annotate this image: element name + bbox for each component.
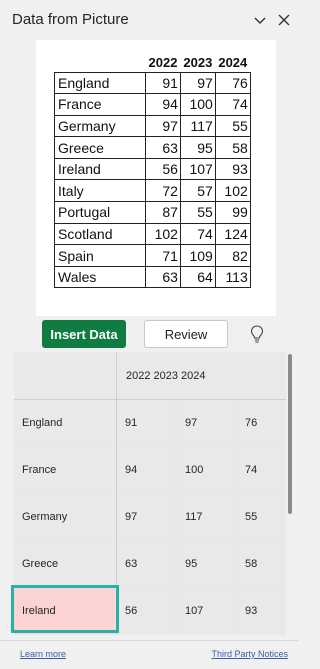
insert-data-button[interactable]: Insert Data: [42, 320, 126, 348]
grid-cell[interactable]: 117: [177, 494, 234, 540]
lightbulb-icon[interactable]: [248, 324, 266, 344]
picture-row: Italy 72 57 102: [54, 179, 251, 203]
grid-row-france-label[interactable]: France: [14, 447, 115, 493]
grid-row-england-label[interactable]: England: [14, 400, 115, 446]
picture-value: 55: [179, 201, 216, 224]
picture-country: England: [54, 71, 146, 95]
picture-value: 63: [145, 136, 181, 159]
picture-country: France: [54, 93, 146, 116]
picture-row: France 94 100 74: [54, 93, 251, 116]
picture-header-blank: [55, 54, 146, 72]
picture-country: Italy: [54, 179, 146, 203]
picture-country: Greece: [54, 136, 146, 159]
picture-value: 57: [179, 179, 216, 203]
picture-value: 124: [214, 222, 251, 246]
picture-value: 72: [145, 179, 181, 203]
review-button[interactable]: Review: [144, 320, 228, 348]
grid-cell[interactable]: 100: [177, 447, 234, 493]
picture-value: 99: [214, 201, 251, 224]
captured-picture: 2022 2023 2024 England 91 97 76 France 9…: [36, 40, 276, 316]
picture-value: 63: [145, 265, 181, 289]
picture-value: 74: [214, 93, 251, 116]
pane-title: Data from Picture: [12, 11, 129, 28]
selected-cell-outline: [11, 585, 119, 633]
picture-row: Portugal 87 55 99: [54, 201, 251, 224]
picture-row: Germany 97 117 55: [54, 114, 251, 138]
picture-value: 82: [214, 244, 251, 267]
grid-scrollbar[interactable]: [288, 354, 292, 514]
grid-cell[interactable]: 94: [117, 447, 174, 493]
picture-value: 55: [214, 114, 251, 138]
picture-value: 97: [179, 71, 216, 95]
grid-cell[interactable]: 93: [237, 588, 286, 634]
picture-row: England 91 97 76: [54, 71, 251, 95]
picture-header-2024: 2024: [218, 55, 248, 71]
picture-country: Spain: [54, 244, 146, 267]
picture-row: Spain 71 109 82: [54, 244, 251, 267]
picture-value: 64: [179, 265, 216, 289]
grid-row-greece-label[interactable]: Greece: [14, 541, 115, 587]
third-party-notices-link[interactable]: Third Party Notices: [211, 649, 288, 659]
picture-value: 94: [145, 93, 181, 116]
grid-cell[interactable]: 95: [177, 541, 234, 587]
picture-value: 74: [179, 222, 216, 246]
grid-cell[interactable]: 107: [177, 588, 234, 634]
picture-value: 87: [145, 201, 181, 224]
grid-cell[interactable]: 76: [237, 400, 286, 446]
grid-cell[interactable]: 74: [237, 447, 286, 493]
picture-value: 102: [145, 222, 181, 246]
picture-value: 102: [214, 179, 251, 203]
chevron-down-icon[interactable]: [250, 10, 270, 30]
picture-value: 117: [179, 114, 216, 138]
picture-value: 93: [214, 157, 251, 181]
picture-value: 58: [214, 136, 251, 159]
picture-value: 100: [179, 93, 216, 116]
grid-row-germany-label[interactable]: Germany: [14, 494, 115, 540]
picture-header-2022: 2022: [148, 55, 178, 71]
picture-value: 76: [214, 71, 251, 95]
grid-cell[interactable]: 97: [177, 400, 234, 446]
grid-cell[interactable]: 56: [117, 588, 174, 634]
picture-country: Germany: [54, 114, 146, 138]
grid-header-text: 2022 2023 2024: [126, 370, 206, 382]
picture-table: 2022 2023 2024 England 91 97 76 France 9…: [54, 54, 251, 289]
grid-cell[interactable]: 63: [117, 541, 174, 587]
picture-value: 95: [179, 136, 216, 159]
picture-header-row: 2022 2023 2024: [55, 54, 251, 72]
picture-row: Scotland 102 74 124: [54, 222, 251, 246]
picture-value: 91: [145, 71, 181, 95]
picture-country: Wales: [54, 265, 146, 289]
picture-row: Wales 63 64 113: [54, 265, 251, 289]
grid-cell[interactable]: 91: [117, 400, 174, 446]
task-pane-header: Data from Picture: [0, 0, 298, 40]
picture-value: 71: [145, 244, 181, 267]
grid-cell[interactable]: 55: [237, 494, 286, 540]
picture-row: Greece 63 95 58: [54, 136, 251, 159]
picture-value: 113: [214, 265, 251, 289]
picture-country: Portugal: [54, 201, 146, 224]
picture-row: Ireland 56 107 93: [54, 157, 251, 181]
pane-footer: Learn more Third Party Notices: [0, 640, 298, 669]
picture-country: Scotland: [54, 222, 146, 246]
grid-cell[interactable]: 58: [237, 541, 286, 587]
grid-cell[interactable]: 97: [117, 494, 174, 540]
picture-value: 97: [145, 114, 181, 138]
close-icon[interactable]: [274, 10, 294, 30]
picture-header-2023: 2023: [183, 55, 213, 71]
picture-value: 107: [179, 157, 216, 181]
picture-value: 109: [179, 244, 216, 267]
picture-country: Ireland: [54, 157, 146, 181]
learn-more-link[interactable]: Learn more: [20, 649, 66, 659]
picture-value: 56: [145, 157, 181, 181]
